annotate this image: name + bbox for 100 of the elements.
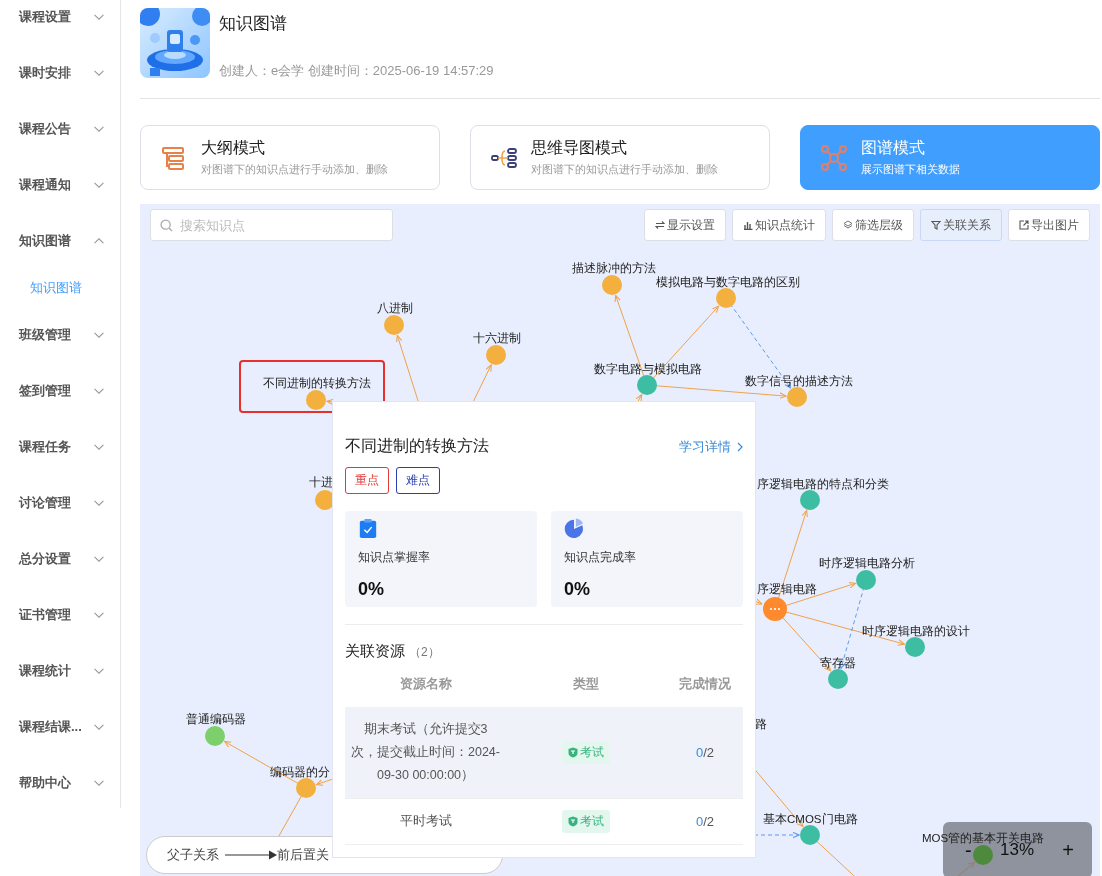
swap-icon <box>655 220 665 230</box>
progress-value: 0/2 <box>695 814 715 829</box>
node-label: 时序逻辑电路的设计 <box>862 625 970 637</box>
chevron-down-icon <box>93 611 105 619</box>
graph-node[interactable] <box>800 490 820 510</box>
table-cell-text: 期末考试（允许提交3次，提交截止时间：2024-09-30 00:00:00） <box>350 721 501 784</box>
study-details-link[interactable]: 学习详情 <box>679 437 743 456</box>
filter-icon <box>931 220 941 230</box>
popup-title: 不同进制的转换方法 <box>345 436 489 456</box>
toolbar-button[interactable]: 导出图片 <box>1008 209 1090 241</box>
graph-node[interactable] <box>828 669 848 689</box>
node-label: 序逻辑电路 <box>757 583 817 595</box>
chevron-down-icon <box>93 667 105 675</box>
node-label: 数字电路与模拟电路 <box>594 363 702 375</box>
zoom-in-button[interactable]: + <box>1062 838 1074 862</box>
sidebar-item[interactable]: 签到管理 <box>0 363 120 419</box>
toolbar-button[interactable]: 知识点统计 <box>732 209 826 241</box>
graph-node[interactable] <box>856 570 876 590</box>
node-label: 数字信号的描述方法 <box>745 375 853 387</box>
mode-description: 对图谱下的知识点进行手动添加、删除 <box>531 162 718 177</box>
graph-node[interactable] <box>637 375 657 395</box>
graph-node[interactable] <box>973 845 993 865</box>
sidebar-item[interactable]: 课程统计 <box>0 643 120 699</box>
stat-label: 知识点掌握率 <box>358 549 431 566</box>
node-label: 模拟电路与数字电路的区别 <box>656 276 800 288</box>
node-label: 编码器的分 <box>270 766 330 778</box>
network-icon <box>821 144 847 171</box>
sidebar-item[interactable]: 帮助中心 <box>0 755 120 811</box>
mode-title: 图谱模式 <box>861 138 926 158</box>
graph-node[interactable] <box>905 637 925 657</box>
page-title: 知识图谱 <box>219 13 288 35</box>
legend-label: 父子关系 <box>167 846 219 864</box>
sidebar-item[interactable]: 课程通知 <box>0 157 120 213</box>
sidebar-item[interactable]: 课时安排 <box>0 45 120 101</box>
tag: 重点 <box>345 467 389 494</box>
creator-info: 创建人：e会学 创建时间：2025-06-19 14:57:29 <box>219 62 494 80</box>
graph-node[interactable] <box>602 275 622 295</box>
chevron-down-icon <box>93 723 105 731</box>
node-label: 八进制 <box>377 302 413 314</box>
type-tag: 考试 <box>561 810 610 833</box>
outline-icon <box>161 144 187 171</box>
chevron-down-icon <box>93 69 105 77</box>
sidebar-item[interactable]: 知识图谱 <box>0 213 120 269</box>
clipboard-check-icon <box>358 518 378 538</box>
chevron-right-icon <box>737 441 743 452</box>
graph-node[interactable] <box>486 345 506 365</box>
table-row[interactable]: 期末考试（允许提交3次，提交截止时间：2024-09-30 00:00:00） 考试 0/2 <box>345 707 743 799</box>
column-header: 类型 <box>571 675 600 693</box>
sidebar-item[interactable]: 讨论管理 <box>0 475 120 531</box>
chevron-down-icon <box>93 499 105 507</box>
chevron-down-icon <box>93 779 105 787</box>
graph-node[interactable] <box>763 597 787 621</box>
chevron-down-icon <box>93 13 105 21</box>
graph-node[interactable] <box>384 315 404 335</box>
node-label: 普通编码器 <box>186 713 246 725</box>
chevron-down-icon <box>93 181 105 189</box>
chevron-down-icon <box>93 443 105 451</box>
sidebar-item[interactable]: 课程公告 <box>0 101 120 157</box>
chevron-down-icon <box>93 387 105 395</box>
resource-count: （2） <box>409 644 440 661</box>
sidebar-item[interactable]: 课程设置 <box>0 0 120 45</box>
chevron-down-icon <box>93 331 105 339</box>
graph-node[interactable] <box>787 387 807 407</box>
type-tag: 考试 <box>561 741 610 764</box>
node-label: 序逻辑电路的特点和分类 <box>757 478 889 490</box>
table-cell-text: 平时考试 <box>398 813 453 830</box>
mode-description: 展示图谱下相关数据 <box>861 162 960 177</box>
column-header: 资源名称 <box>398 675 453 693</box>
shield-icon <box>567 816 578 827</box>
sidebar-item[interactable]: 课程结课... <box>0 699 120 755</box>
sidebar-item[interactable]: 班级管理 <box>0 307 120 363</box>
chevron-down-icon <box>93 125 105 133</box>
section-title: 关联资源 <box>345 642 405 661</box>
graph-node[interactable] <box>205 726 225 746</box>
node-label: 描述脉冲的方法 <box>572 262 656 274</box>
node-label: 十六进制 <box>473 332 521 344</box>
more-icon[interactable] <box>769 607 781 611</box>
mode-card[interactable]: 大纲模式 对图谱下的知识点进行手动添加、删除 <box>140 125 440 190</box>
toolbar-button[interactable]: 显示设置 <box>644 209 726 241</box>
graph-node[interactable] <box>296 778 316 798</box>
toolbar-button[interactable]: 关联关系 <box>920 209 1002 241</box>
graph-node[interactable] <box>306 390 326 410</box>
mode-card[interactable]: 思维导图模式 对图谱下的知识点进行手动添加、删除 <box>470 125 770 190</box>
toolbar-button[interactable]: 筛选层级 <box>832 209 914 241</box>
graph-node[interactable] <box>716 288 736 308</box>
search-icon <box>160 219 173 232</box>
sidebar-item[interactable]: 课程任务 <box>0 419 120 475</box>
node-label: MOS管的基本开关电路 <box>922 832 1045 844</box>
sidebar-item[interactable]: 总分设置 <box>0 531 120 587</box>
node-label: 时序逻辑电路分析 <box>819 557 915 569</box>
node-label: 路 <box>755 718 767 730</box>
search-field[interactable]: 搜索知识点 <box>150 209 393 241</box>
progress-value: 0/2 <box>695 745 715 760</box>
stat-label: 知识点完成率 <box>564 549 637 566</box>
export-icon <box>1019 220 1029 230</box>
node-label: 十进 <box>309 476 333 488</box>
graph-node[interactable] <box>800 825 820 845</box>
stat-value: 0% <box>358 579 385 600</box>
mode-description: 对图谱下的知识点进行手动添加、删除 <box>201 162 388 177</box>
sidebar-item[interactable]: 证书管理 <box>0 587 120 643</box>
